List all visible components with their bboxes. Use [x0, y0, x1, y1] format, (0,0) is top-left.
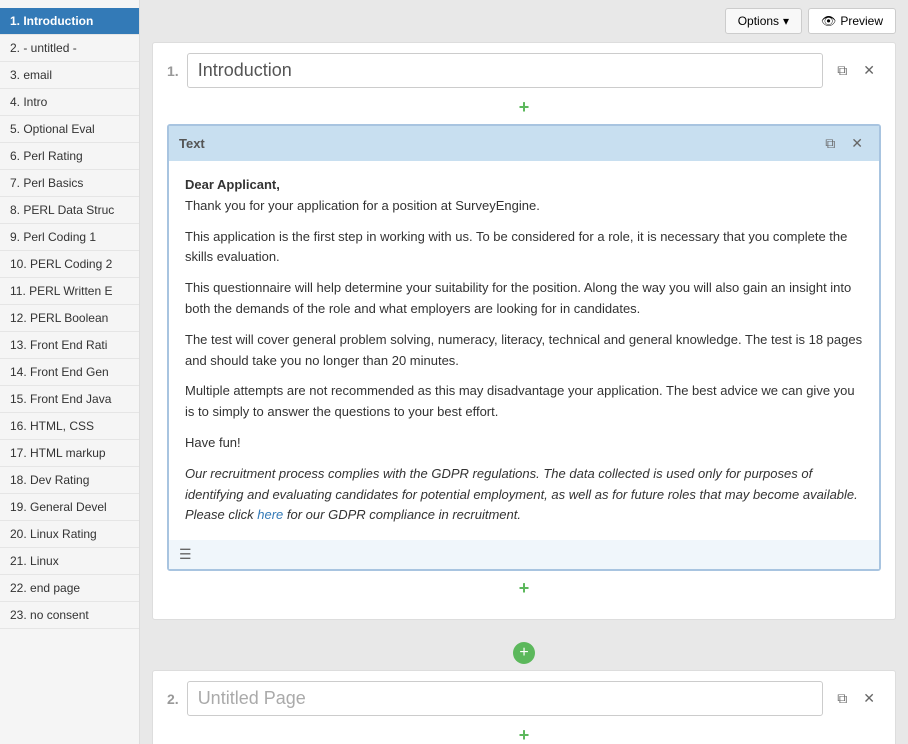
options-chevron-icon: ▾: [783, 14, 789, 28]
add-page-button-1[interactable]: +: [513, 642, 535, 664]
text-block-copy-button[interactable]: ⧉: [819, 131, 841, 156]
text-line6: Have fun!: [185, 433, 863, 454]
preview-label: Preview: [840, 14, 883, 28]
text-greeting: Dear Applicant, Thank you for your appli…: [185, 175, 863, 217]
page-1-actions: ⧉ ✕: [831, 58, 881, 83]
page-1-header: 1. ⧉ ✕: [167, 53, 881, 88]
text-line3: This questionnaire will help determine y…: [185, 278, 863, 320]
options-button[interactable]: Options ▾: [725, 8, 802, 34]
sidebar-item-17[interactable]: 17. HTML markup: [0, 440, 139, 467]
sidebar-item-5[interactable]: 5. Optional Eval: [0, 116, 139, 143]
text-block-label: Text: [179, 136, 205, 151]
page-1-card: 1. ⧉ ✕ + Text ⧉ ✕ Dear Applicant,: [152, 42, 896, 620]
sidebar-item-1[interactable]: 1. Introduction: [0, 8, 139, 35]
page-separator-1: +: [140, 636, 908, 670]
sidebar-item-19[interactable]: 19. General Devel: [0, 494, 139, 521]
text-line4: The test will cover general problem solv…: [185, 330, 863, 372]
options-label: Options: [738, 14, 779, 28]
sidebar-item-7[interactable]: 7. Perl Basics: [0, 170, 139, 197]
page-1-delete-button[interactable]: ✕: [857, 58, 881, 83]
sidebar-item-8[interactable]: 8. PERL Data Struc: [0, 197, 139, 224]
sidebar-item-9[interactable]: 9. Perl Coding 1: [0, 224, 139, 251]
add-above-choice-row: +: [167, 726, 881, 744]
text-line2: This application is the first step in wo…: [185, 227, 863, 269]
page-2-delete-button[interactable]: ✕: [857, 686, 881, 711]
sidebar: 1. Introduction2. - untitled -3. email4.…: [0, 0, 140, 744]
gdpr-link[interactable]: here: [257, 507, 283, 522]
sidebar-item-20[interactable]: 20. Linux Rating: [0, 521, 139, 548]
text-block-actions: ⧉ ✕: [819, 131, 869, 156]
sidebar-item-13[interactable]: 13. Front End Rati: [0, 332, 139, 359]
text-block-body: Dear Applicant, Thank you for your appli…: [169, 161, 879, 540]
sidebar-item-3[interactable]: 3. email: [0, 62, 139, 89]
sidebar-item-21[interactable]: 21. Linux: [0, 548, 139, 575]
sidebar-item-4[interactable]: 4. Intro: [0, 89, 139, 116]
text-block-header: Text ⧉ ✕: [169, 126, 879, 161]
sidebar-item-14[interactable]: 14. Front End Gen: [0, 359, 139, 386]
main-content: Options ▾ 👁 Preview 1. ⧉ ✕ + Text ⧉: [140, 0, 908, 744]
text-block-delete-button[interactable]: ✕: [845, 131, 869, 156]
page-1-number: 1.: [167, 63, 179, 79]
add-below-text-row: +: [167, 579, 881, 597]
sidebar-item-23[interactable]: 23. no consent: [0, 602, 139, 629]
sidebar-item-22[interactable]: 22. end page: [0, 575, 139, 602]
align-icon: ☰: [179, 546, 192, 563]
preview-eye-icon: 👁: [821, 14, 836, 28]
add-below-text-button[interactable]: +: [519, 579, 530, 597]
sidebar-item-6[interactable]: 6. Perl Rating: [0, 143, 139, 170]
page-1-copy-button[interactable]: ⧉: [831, 58, 853, 83]
page-1-title-input[interactable]: [187, 53, 824, 88]
text-block-footer: ☰: [169, 540, 879, 569]
sidebar-item-11[interactable]: 11. PERL Written E: [0, 278, 139, 305]
sidebar-item-12[interactable]: 12. PERL Boolean: [0, 305, 139, 332]
add-above-choice-button[interactable]: +: [519, 726, 530, 744]
text-gdpr: Our recruitment process complies with th…: [185, 464, 863, 526]
text-block: Text ⧉ ✕ Dear Applicant, Thank you for y…: [167, 124, 881, 571]
page-2-number: 2.: [167, 691, 179, 707]
sidebar-item-10[interactable]: 10. PERL Coding 2: [0, 251, 139, 278]
sidebar-item-16[interactable]: 16. HTML, CSS: [0, 413, 139, 440]
add-above-text-row: +: [167, 98, 881, 116]
sidebar-item-2[interactable]: 2. - untitled -: [0, 35, 139, 62]
sidebar-item-15[interactable]: 15. Front End Java: [0, 386, 139, 413]
page-2-copy-button[interactable]: ⧉: [831, 686, 853, 711]
add-above-text-button[interactable]: +: [519, 98, 530, 116]
top-bar: Options ▾ 👁 Preview: [140, 0, 908, 42]
sidebar-item-18[interactable]: 18. Dev Rating: [0, 467, 139, 494]
page-2-card: 2. ⧉ ✕ + Single Choice ▼ consent: [152, 670, 896, 744]
preview-button[interactable]: 👁 Preview: [808, 8, 896, 34]
page-2-header: 2. ⧉ ✕: [167, 681, 881, 716]
text-line5: Multiple attempts are not recommended as…: [185, 381, 863, 423]
page-2-title-input[interactable]: [187, 681, 824, 716]
page-2-actions: ⧉ ✕: [831, 686, 881, 711]
